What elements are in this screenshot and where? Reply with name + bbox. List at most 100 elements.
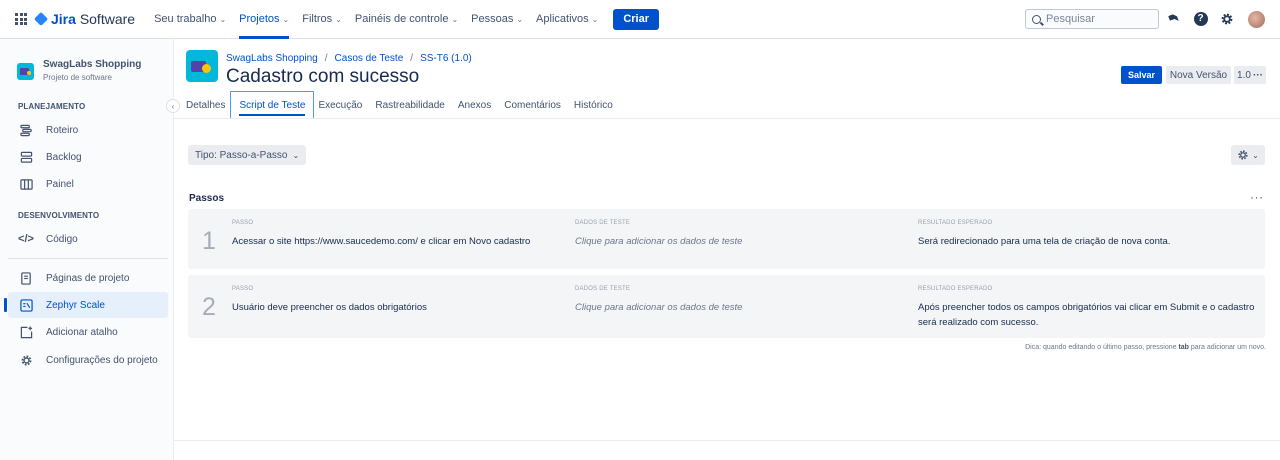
backlog-icon <box>19 150 33 164</box>
test-data-column-header: DADOS DE TESTE <box>575 286 631 292</box>
step-number: 2 <box>202 293 216 321</box>
help-icon[interactable]: ? <box>1193 11 1208 26</box>
project-header[interactable]: SwagLabs Shopping Projeto de software <box>17 59 141 82</box>
section-development: DESENVOLVIMENTO <box>18 211 100 220</box>
expected-result-column[interactable]: RESULTADO ESPERADO Será redirecionado pa… <box>918 220 1258 249</box>
steps-more-icon[interactable]: ··· <box>1250 190 1264 204</box>
breadcrumb-project[interactable]: SwagLabs Shopping <box>226 53 318 64</box>
sidebar-item-label: Painel <box>46 178 74 190</box>
settings-icon[interactable] <box>1219 11 1234 26</box>
header-divider <box>174 118 1280 119</box>
script-settings-button[interactable]: ⌄ <box>1231 145 1265 165</box>
chevron-down-icon: ⌄ <box>335 14 342 24</box>
nav-label: Projetos <box>239 13 280 25</box>
breadcrumb-test-cases[interactable]: Casos de Teste <box>335 53 404 64</box>
sidebar: SwagLabs Shopping Projeto de software ‹ … <box>0 39 180 460</box>
step-column[interactable]: PASSO Usuário deve preencher os dados ob… <box>232 286 552 315</box>
save-button[interactable]: Salvar <box>1121 66 1162 84</box>
tab-detalhes[interactable]: Detalhes <box>186 92 225 118</box>
sidebar-item-label: Roteiro <box>46 124 79 136</box>
collapse-sidebar-icon[interactable]: ‹ <box>166 99 180 113</box>
avatar[interactable] <box>1248 11 1265 28</box>
tab-bar: Detalhes Script de Teste Execução Rastre… <box>186 91 626 119</box>
sidebar-item-adicionar-atalho[interactable]: Adicionar atalho <box>8 319 168 345</box>
step-description[interactable]: Usuário deve preencher os dados obrigató… <box>232 300 552 315</box>
sidebar-item-configuracoes[interactable]: Configurações do projeto <box>8 347 168 373</box>
step-column-header: PASSO <box>232 286 254 292</box>
step-row[interactable]: 2 PASSO Usuário deve preencher os dados … <box>188 275 1265 338</box>
step-column[interactable]: PASSO Acessar o site https://www.saucede… <box>232 220 552 249</box>
breadcrumb: SwagLabs Shopping / Casos de Teste / SS-… <box>226 53 472 64</box>
script-type-dropdown[interactable]: Tipo: Passo-a-Passo ⌄ <box>188 145 307 165</box>
tab-rastreabilidade[interactable]: Rastreabilidade <box>375 92 445 118</box>
sidebar-item-label: Configurações do projeto <box>46 354 158 366</box>
sidebar-item-zephyr-scale[interactable]: Zephyr Scale <box>4 292 168 318</box>
nav-label: Aplicativos <box>536 13 589 25</box>
tab-anexos[interactable]: Anexos <box>458 92 491 118</box>
more-icon: ··· <box>1252 69 1263 81</box>
keyboard-tip: Dica: quando editando o último passo, pr… <box>1025 344 1266 351</box>
nav-projetos[interactable]: Projetos ⌄ <box>239 0 290 39</box>
nav-pessoas[interactable]: Pessoas ⌄ <box>471 0 523 39</box>
jira-logo[interactable]: Jira Software <box>33 11 135 27</box>
sidebar-item-label: Backlog <box>46 151 82 163</box>
step-number: 1 <box>202 227 216 255</box>
code-icon: </> <box>18 233 34 245</box>
version-menu-button[interactable]: 1.0 ··· <box>1234 66 1266 84</box>
tab-historico[interactable]: Histórico <box>574 92 613 118</box>
chevron-down-icon: ⌄ <box>282 14 290 24</box>
test-data-placeholder[interactable]: Clique para adicionar os dados de teste <box>575 234 895 249</box>
steps-title: Passos <box>189 193 225 204</box>
test-data-placeholder[interactable]: Clique para adicionar os dados de teste <box>575 300 895 315</box>
expected-result-column[interactable]: RESULTADO ESPERADO Após preencher todos … <box>918 286 1258 330</box>
search-icon <box>1032 14 1041 24</box>
app-switcher-icon[interactable] <box>15 13 27 25</box>
content-divider <box>174 440 1280 441</box>
search-input[interactable]: Pesquisar <box>1025 9 1159 29</box>
new-version-button[interactable]: Nova Versão <box>1166 66 1231 84</box>
sidebar-item-paginas[interactable]: Páginas de projeto <box>8 265 168 291</box>
breadcrumb-separator: / <box>410 53 414 64</box>
nav-seu-trabalho[interactable]: Seu trabalho ⌄ <box>154 0 226 39</box>
notification-icon[interactable] <box>1166 11 1181 26</box>
step-column-header: PASSO <box>232 220 254 226</box>
tab-script-de-teste[interactable]: Script de Teste <box>230 91 315 119</box>
chevron-down-icon: ⌄ <box>591 14 599 24</box>
nav-label: Seu trabalho <box>154 13 217 25</box>
create-button[interactable]: Criar <box>613 8 660 30</box>
expected-result[interactable]: Após preencher todos os campos obrigatór… <box>918 300 1258 330</box>
nav-aplicativos[interactable]: Aplicativos ⌄ <box>536 0 598 39</box>
pages-icon <box>19 271 33 285</box>
nav-label: Painéis de controle <box>354 13 449 25</box>
sidebar-item-roteiro[interactable]: Roteiro <box>8 117 168 143</box>
tip-suffix: para adicionar um novo. <box>1188 344 1266 351</box>
sidebar-item-codigo[interactable]: </> Código <box>8 226 168 252</box>
version-label: 1.0 <box>1237 69 1251 81</box>
jira-logo-icon <box>33 11 49 27</box>
step-row[interactable]: 1 PASSO Acessar o site https://www.sauce… <box>188 209 1265 269</box>
nav-filtros[interactable]: Filtros ⌄ <box>302 0 342 39</box>
add-shortcut-icon <box>19 325 33 339</box>
page-title[interactable]: Cadastro com sucesso <box>226 66 419 88</box>
roadmap-icon <box>19 123 33 137</box>
nav-paineis[interactable]: Painéis de controle ⌄ <box>355 0 458 39</box>
board-icon <box>19 177 33 191</box>
sidebar-item-painel[interactable]: Painel <box>8 171 168 197</box>
nav-label: Pessoas <box>471 13 514 25</box>
expected-result[interactable]: Será redirecionado para uma tela de cria… <box>918 234 1258 249</box>
test-data-column[interactable]: DADOS DE TESTE Clique para adicionar os … <box>575 220 895 249</box>
breadcrumb-separator: / <box>324 53 328 64</box>
tab-comentarios[interactable]: Comentários <box>504 92 561 118</box>
sidebar-item-label: Zephyr Scale <box>46 299 105 311</box>
chevron-down-icon: ⌄ <box>451 14 459 24</box>
sidebar-item-backlog[interactable]: Backlog <box>8 144 168 170</box>
script-type-label: Tipo: Passo-a-Passo <box>195 149 288 161</box>
tab-execucao[interactable]: Execução <box>318 92 362 118</box>
step-description[interactable]: Acessar o site https://www.saucedemo.com… <box>232 234 552 249</box>
zephyr-icon <box>19 298 33 312</box>
chevron-down-icon: ⌄ <box>292 150 300 160</box>
breadcrumb-test-key[interactable]: SS-T6 (1.0) <box>420 53 472 64</box>
nav-label: Filtros <box>302 13 333 25</box>
test-data-column[interactable]: DADOS DE TESTE Clique para adicionar os … <box>575 286 895 315</box>
sidebar-item-label: Adicionar atalho <box>46 326 118 338</box>
